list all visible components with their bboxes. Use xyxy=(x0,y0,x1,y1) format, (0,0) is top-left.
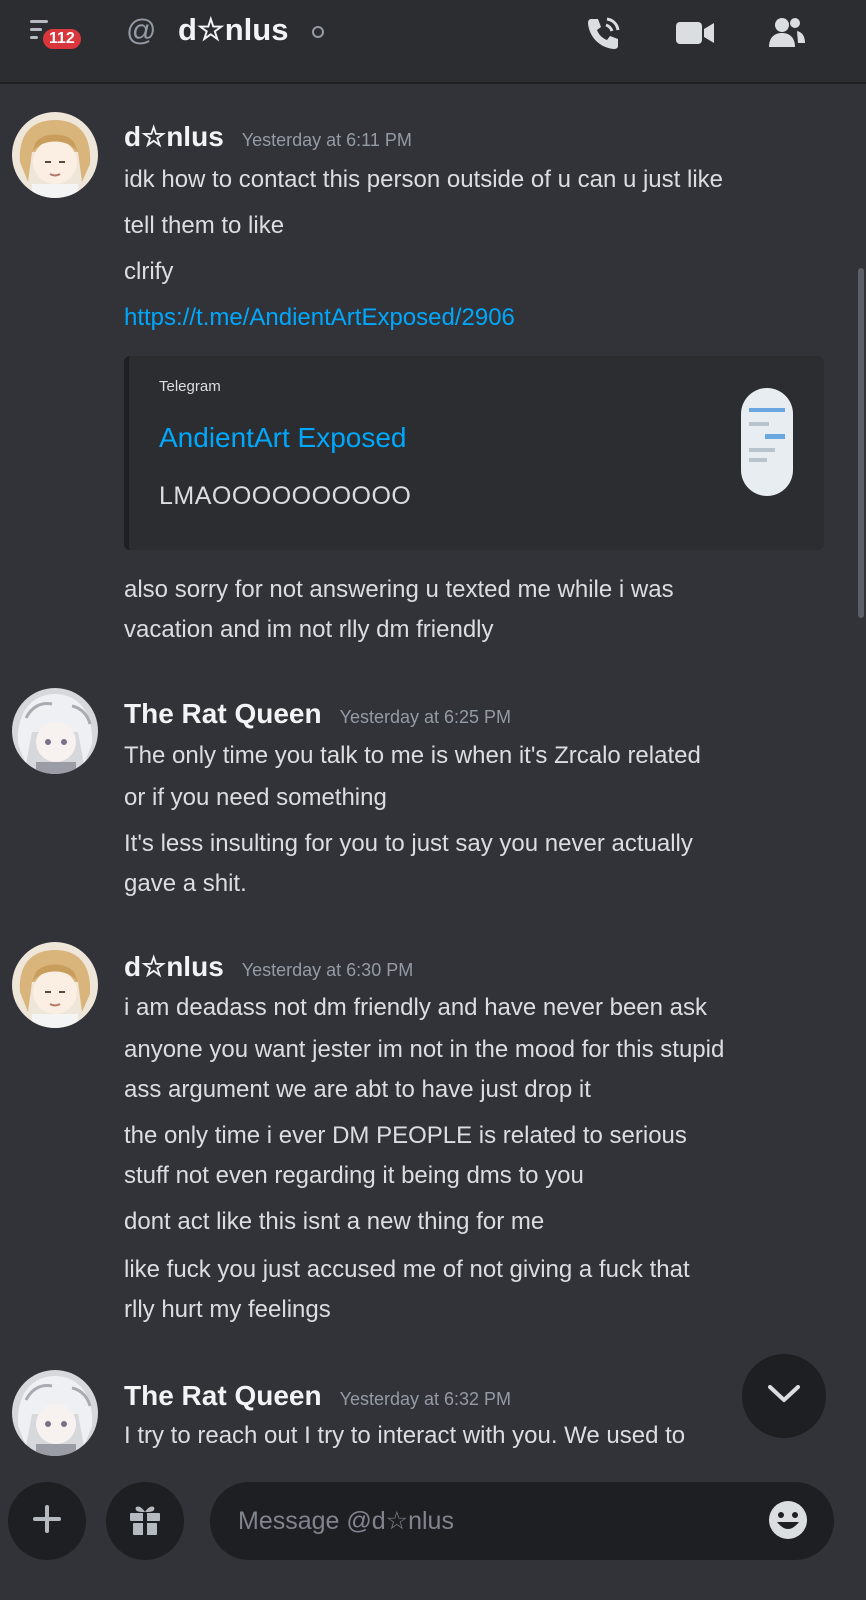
message-composer: Message @d☆nlus xyxy=(0,1466,866,1600)
link-embed[interactable]: Telegram AndientArt Exposed LMAOOOOOOOOO… xyxy=(124,356,824,550)
author-name[interactable]: d☆nlus xyxy=(124,120,224,153)
message-text: dont act like this isnt a new thing for … xyxy=(124,1208,545,1235)
status-indicator xyxy=(312,26,324,38)
embed-description: LMAOOOOOOOOOO xyxy=(159,482,412,510)
embed-thumbnail[interactable] xyxy=(739,386,795,498)
avatar[interactable] xyxy=(12,688,98,774)
at-icon: @ xyxy=(126,14,157,47)
timestamp: Yesterday at 6:32 PM xyxy=(339,1389,512,1409)
message-text: gave a shit. xyxy=(124,870,247,897)
message-text: rlly hurt my feelings xyxy=(124,1296,331,1323)
chevron-down-icon xyxy=(767,1384,801,1409)
message-text: i am deadass not dm friendly and have ne… xyxy=(124,994,708,1021)
author-name[interactable]: The Rat Queen xyxy=(124,698,322,730)
avatar[interactable] xyxy=(12,112,98,198)
scrollbar[interactable] xyxy=(858,268,864,618)
message-text: vacation and im not rlly dm friendly xyxy=(124,616,494,643)
gift-icon xyxy=(126,1500,164,1543)
message-header: d☆nlus Yesterday at 6:30 PM xyxy=(124,950,413,983)
author-name[interactable]: The Rat Queen xyxy=(124,1380,322,1412)
message-text: tell them to like xyxy=(124,212,285,239)
member-list-icon[interactable] xyxy=(764,10,810,56)
message-text: anyone you want jester im not in the moo… xyxy=(124,1036,725,1063)
message-text: like fuck you just accused me of not giv… xyxy=(124,1256,690,1283)
message-text: ass argument we are abt to have just dro… xyxy=(124,1076,591,1103)
embed-provider: Telegram xyxy=(159,378,221,395)
message-text: stuff not even regarding it being dms to… xyxy=(124,1162,584,1189)
message-text: also sorry for not answering u texted me… xyxy=(124,576,674,603)
dm-title[interactable]: d☆nlus xyxy=(178,12,288,48)
phone-call-icon[interactable] xyxy=(580,10,626,56)
embed-title[interactable]: AndientArt Exposed xyxy=(159,422,407,454)
message-placeholder: Message @d☆nlus xyxy=(238,1507,454,1535)
message-text: It's less insulting for you to just say … xyxy=(124,830,693,857)
timestamp: Yesterday at 6:30 PM xyxy=(241,960,414,980)
timestamp: Yesterday at 6:11 PM xyxy=(241,130,412,150)
dm-header: 112 @ d☆nlus xyxy=(0,0,866,84)
message-header: The Rat Queen Yesterday at 6:25 PM xyxy=(124,698,511,730)
gift-button[interactable] xyxy=(106,1482,184,1560)
avatar[interactable] xyxy=(12,942,98,1028)
message-input[interactable]: Message @d☆nlus xyxy=(210,1482,834,1560)
author-name[interactable]: d☆nlus xyxy=(124,950,224,983)
timestamp: Yesterday at 6:25 PM xyxy=(339,707,512,727)
notification-badge: 112 xyxy=(40,26,84,52)
message-header: The Rat Queen Yesterday at 6:32 PM xyxy=(124,1380,511,1412)
message-text: The only time you talk to me is when it'… xyxy=(124,742,701,769)
avatar[interactable] xyxy=(12,1370,98,1456)
message-link[interactable]: https://t.me/AndientArtExposed/2906 xyxy=(124,304,515,332)
message-text: clrify xyxy=(124,258,174,285)
plus-icon xyxy=(32,1504,62,1539)
jump-to-bottom-button[interactable] xyxy=(742,1354,826,1438)
message-text: idk how to contact this person outside o… xyxy=(124,166,724,193)
message-text: the only time i ever DM PEOPLE is relate… xyxy=(124,1122,687,1149)
emoji-icon[interactable] xyxy=(764,1496,812,1544)
message-header: d☆nlus Yesterday at 6:11 PM xyxy=(124,120,412,153)
add-attachment-button[interactable] xyxy=(8,1482,86,1560)
message-text: I try to reach out I try to interact wit… xyxy=(124,1422,686,1449)
message-text: or if you need something xyxy=(124,784,387,811)
video-call-icon[interactable] xyxy=(672,10,718,56)
